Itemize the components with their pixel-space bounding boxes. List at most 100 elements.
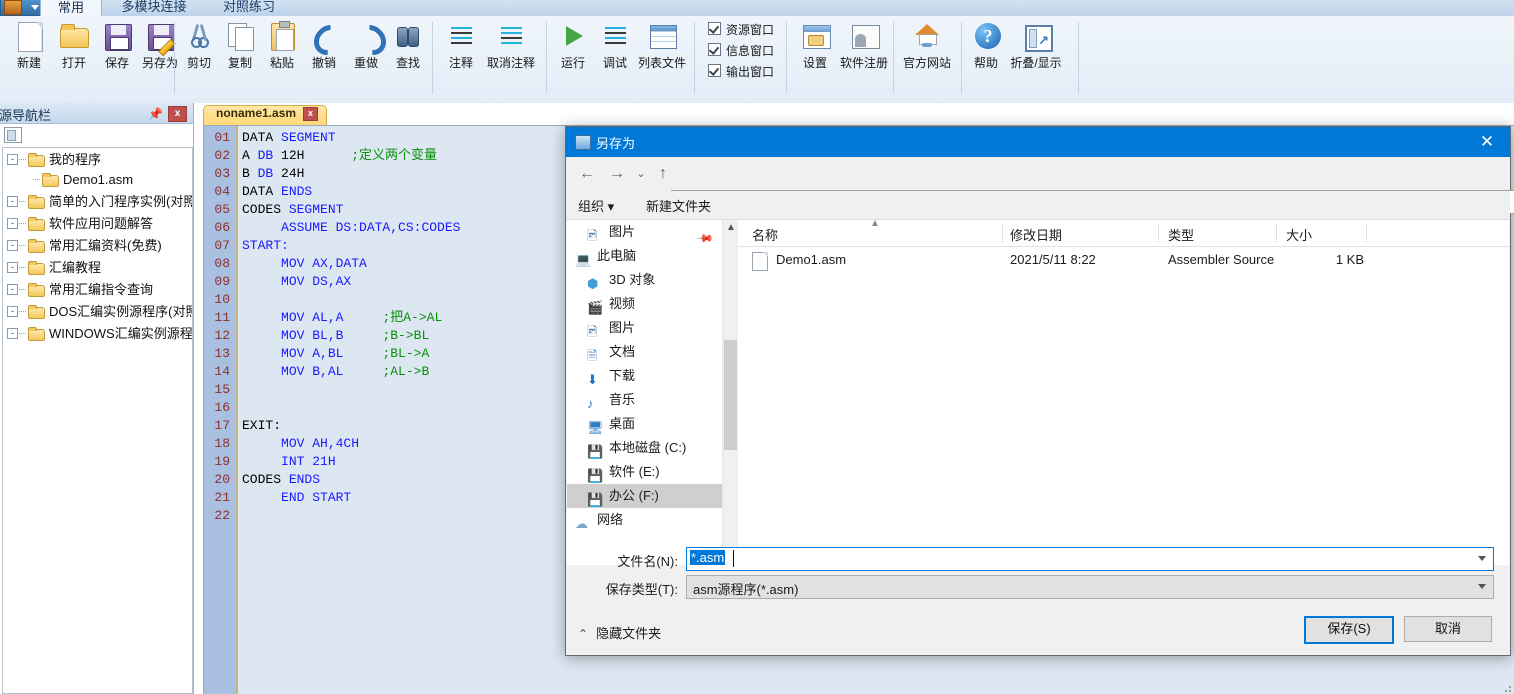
hide-folders-toggle[interactable]: ⌃隐藏文件夹: [578, 623, 661, 642]
code-line[interactable]: MOV B,AL ;AL->B: [242, 363, 429, 381]
debug-button[interactable]: 调试: [594, 20, 636, 71]
table-row[interactable]: Demo1.asm 2021/5/11 8:22 Assembler Sourc…: [738, 249, 1509, 273]
new-button[interactable]: 新建: [8, 20, 50, 71]
code-line[interactable]: START:: [242, 237, 289, 255]
tree-item-intro-examples[interactable]: -简单的入门程序实例(对照练习: [7, 192, 193, 212]
organize-button[interactable]: 组织 ▾: [578, 196, 614, 215]
place-item-downloads[interactable]: ⬇下载: [567, 364, 722, 388]
column-divider[interactable]: [1002, 223, 1003, 243]
editor-tab-noname1[interactable]: noname1.asmx: [203, 105, 327, 126]
code-line[interactable]: [242, 291, 250, 309]
redo-button[interactable]: 重做: [345, 20, 387, 71]
official-site-button[interactable]: 官方网站: [899, 20, 955, 71]
pin-icon[interactable]: 📌: [148, 107, 163, 121]
expand-icon[interactable]: -: [7, 262, 18, 273]
help-button[interactable]: ? 帮助: [965, 20, 1007, 71]
register-button[interactable]: 软件注册: [836, 20, 892, 71]
cancel-button[interactable]: 取消: [1404, 616, 1492, 642]
cut-button[interactable]: 剪切: [178, 20, 220, 71]
code-line[interactable]: MOV AH,4CH: [242, 435, 359, 453]
expand-icon[interactable]: -: [7, 284, 18, 295]
code-line[interactable]: [242, 381, 250, 399]
comment-button[interactable]: 注释: [440, 20, 482, 71]
code-line[interactable]: MOV DS,AX: [242, 273, 351, 291]
place-item-drive[interactable]: 💾本地磁盘 (C:): [567, 436, 722, 460]
recent-locations-icon[interactable]: ⌄: [630, 163, 652, 185]
find-button[interactable]: 查找: [387, 20, 429, 71]
column-divider[interactable]: [1158, 223, 1159, 243]
expand-icon[interactable]: -: [7, 218, 18, 229]
resize-grip[interactable]: [1501, 682, 1511, 692]
column-header-size[interactable]: 大小: [1286, 225, 1312, 244]
column-header-type[interactable]: 类型: [1168, 225, 1194, 244]
code-line[interactable]: EXIT:: [242, 417, 281, 435]
new-folder-button[interactable]: 新建文件夹: [646, 196, 711, 215]
expand-icon[interactable]: -: [7, 328, 18, 339]
code-line[interactable]: MOV BL,B ;B->BL: [242, 327, 429, 345]
place-item-drive[interactable]: 💾软件 (E:): [567, 460, 722, 484]
place-item-music[interactable]: ♪音乐: [567, 388, 722, 412]
code-line[interactable]: [242, 399, 250, 417]
checkbox-output-window[interactable]: 输出窗口: [708, 63, 774, 80]
open-button[interactable]: 打开: [53, 20, 95, 71]
expand-icon[interactable]: -: [7, 240, 18, 251]
place-item-video[interactable]: 🎬视频: [567, 292, 722, 316]
filetype-select[interactable]: asm源程序(*.asm): [686, 575, 1494, 599]
code-line[interactable]: MOV AL,A ;把A->AL: [242, 309, 442, 327]
checkbox-resource-window[interactable]: 资源窗口: [708, 21, 774, 38]
save-button[interactable]: 保存(S): [1304, 616, 1394, 644]
resource-tree[interactable]: -我的程序 Demo1.asm -简单的入门程序实例(对照练习 -软件应用问题解…: [2, 147, 193, 694]
code-line[interactable]: ASSUME DS:DATA,CS:CODES: [242, 219, 460, 237]
tree-item-tutorial[interactable]: -汇编教程: [7, 258, 101, 278]
code-line[interactable]: [242, 507, 250, 525]
place-item-picture[interactable]: 🖻图片📌: [567, 220, 722, 244]
code-line[interactable]: MOV A,BL ;BL->A: [242, 345, 429, 363]
place-item-desktop[interactable]: 🖥桌面: [567, 412, 722, 436]
tab-duizhao[interactable]: 对照练习: [204, 0, 294, 16]
code-line[interactable]: CODES SEGMENT: [242, 201, 343, 219]
back-icon[interactable]: ←: [576, 163, 598, 185]
place-item-computer[interactable]: 💻此电脑: [567, 244, 722, 268]
expand-icon[interactable]: -: [7, 306, 18, 317]
scrollbar-thumb[interactable]: [724, 340, 737, 450]
code-line[interactable]: DATA ENDS: [242, 183, 312, 201]
column-header-modified[interactable]: 修改日期: [1010, 225, 1062, 244]
run-button[interactable]: 运行: [552, 20, 594, 71]
tab-changyong[interactable]: 常用: [40, 0, 102, 16]
tree-item-demo1-asm[interactable]: Demo1.asm: [33, 170, 133, 190]
tab-duomokuai[interactable]: 多模块连接: [104, 0, 204, 16]
tree-item-windows-examples[interactable]: -WINDOWS汇编实例源程序(对: [7, 324, 193, 344]
code-line[interactable]: END START: [242, 489, 351, 507]
settings-button[interactable]: 设置: [794, 20, 836, 71]
tree-item-dos-examples[interactable]: -DOS汇编实例源程序(对照练习: [7, 302, 193, 322]
checkbox-info-window[interactable]: 信息窗口: [708, 42, 774, 59]
dialog-places-pane[interactable]: 🖻图片📌💻此电脑⬢3D 对象🎬视频🖻图片🗎文档⬇下载♪音乐🖥桌面💾本地磁盘 (C…: [567, 220, 722, 565]
tree-item-free-materials[interactable]: -常用汇编资料(免费): [7, 236, 162, 256]
tree-item-my-programs[interactable]: -我的程序: [7, 150, 101, 170]
refresh-tree-icon[interactable]: [4, 127, 22, 143]
place-item-documents[interactable]: 🗎文档: [567, 340, 722, 364]
code-line[interactable]: CODES ENDS: [242, 471, 320, 489]
code-line[interactable]: MOV AX,DATA: [242, 255, 367, 273]
filename-input[interactable]: *.asm: [686, 547, 1494, 571]
expand-icon[interactable]: -: [7, 154, 18, 165]
tree-item-instruction-lookup[interactable]: -常用汇编指令查询: [7, 280, 153, 300]
list-file-button[interactable]: 列表文件: [634, 20, 690, 71]
file-list-pane[interactable]: 名称 ▲ 修改日期 类型 大小 Demo1.asm 2021/5/11 8:22…: [738, 220, 1509, 565]
copy-button[interactable]: 复制: [219, 20, 261, 71]
column-header-name[interactable]: 名称: [752, 225, 778, 244]
close-icon[interactable]: ✕: [1464, 127, 1510, 157]
close-icon[interactable]: x: [303, 107, 318, 121]
close-icon[interactable]: x: [168, 106, 187, 122]
code-line[interactable]: A DB 12H ;定义两个变量: [242, 147, 437, 165]
column-divider[interactable]: [1366, 223, 1367, 243]
place-item-drive[interactable]: 💾办公 (F:): [567, 484, 722, 508]
up-icon[interactable]: ↑: [652, 163, 674, 185]
place-item-network[interactable]: ☁网络: [567, 508, 722, 532]
code-line[interactable]: B DB 24H: [242, 165, 304, 183]
undo-button[interactable]: 撤销: [303, 20, 345, 71]
chevron-down-icon[interactable]: [1478, 584, 1486, 589]
scroll-up-icon[interactable]: ▲: [726, 222, 736, 233]
chevron-down-icon[interactable]: [1478, 556, 1486, 561]
paste-button[interactable]: 粘贴: [261, 20, 303, 71]
